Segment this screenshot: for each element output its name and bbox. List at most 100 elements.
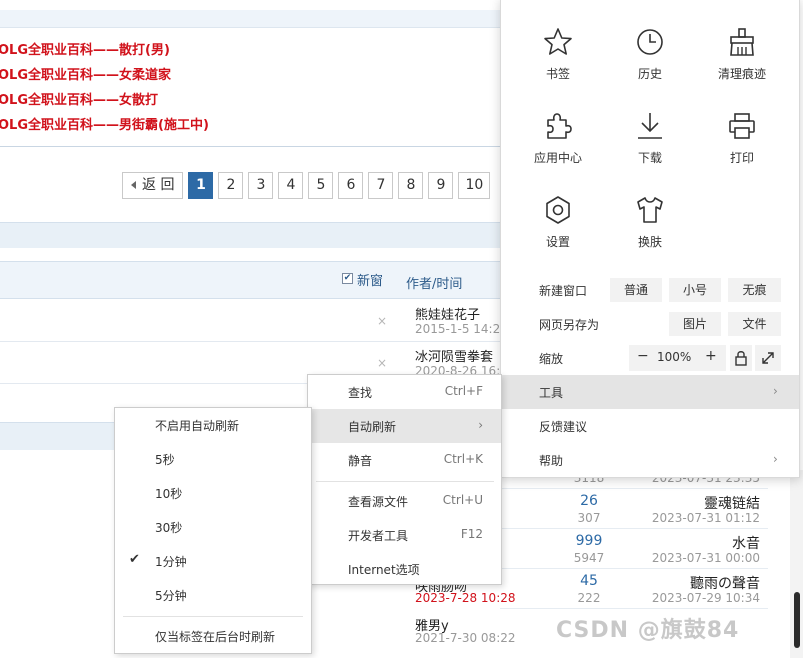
find-menu-item[interactable]: 查找 Ctrl+F xyxy=(308,375,501,409)
save-as-row: 网页另存为 图片 文件 xyxy=(501,307,799,341)
page-5-button[interactable]: 5 xyxy=(308,172,334,199)
lock-icon xyxy=(735,351,747,366)
reply-count: 26 xyxy=(580,493,598,509)
refresh-30s-label: 30秒 xyxy=(155,521,183,535)
settings-button[interactable]: 设置 xyxy=(513,195,603,265)
new-window-normal-button[interactable]: 普通 xyxy=(610,278,662,302)
clear-traces-label: 清理痕迹 xyxy=(717,67,766,81)
last-poster[interactable]: 聽雨の聲音 xyxy=(690,573,760,593)
skin-label: 换肤 xyxy=(637,235,662,249)
dev-tools-menu-item[interactable]: 开发者工具 F12 xyxy=(308,518,501,552)
tools-menu-item[interactable]: 工具 › xyxy=(501,375,799,409)
save-as-file-button[interactable]: 文件 xyxy=(728,312,781,336)
back-button[interactable]: 返 回 xyxy=(122,172,184,199)
back-button-label: 返 回 xyxy=(142,177,175,193)
article-link[interactable]: OLG全职业百科——女柔道家 xyxy=(0,63,500,88)
clock-icon xyxy=(637,29,663,55)
menu-divider xyxy=(123,616,303,617)
page-6-button[interactable]: 6 xyxy=(338,172,364,199)
zoom-in-button[interactable]: + xyxy=(705,348,717,364)
internet-options-menu-item[interactable]: Internet选项 xyxy=(308,552,501,586)
save-as-row-label: 网页另存为 xyxy=(539,318,600,332)
settings-label: 设置 xyxy=(545,235,570,249)
save-as-image-button[interactable]: 图片 xyxy=(669,312,721,336)
view-count: 222 xyxy=(577,591,601,605)
refresh-off-item[interactable]: 不启用自动刷新 xyxy=(115,408,311,442)
refresh-5s-item[interactable]: 5秒 xyxy=(115,442,311,476)
fullscreen-button[interactable] xyxy=(755,345,781,371)
article-link[interactable]: OLG全职业百科——男街霸(施工中) xyxy=(0,113,500,138)
tools-label: 工具 xyxy=(539,386,564,400)
refresh-background-only-item[interactable]: 仅当标签在后台时刷新 xyxy=(115,619,311,653)
clear-traces-button[interactable]: 清理痕迹 xyxy=(697,27,787,97)
new-window-label: 新窗 xyxy=(357,274,384,289)
auto-refresh-menu-item[interactable]: 自动刷新 › xyxy=(308,409,501,443)
page-9-button[interactable]: 9 xyxy=(428,172,454,199)
print-button[interactable]: 打印 xyxy=(697,111,787,181)
page-3-button[interactable]: 3 xyxy=(248,172,274,199)
feedback-label: 反馈建议 xyxy=(539,420,588,434)
gear-icon xyxy=(546,196,570,224)
zoom-out-button[interactable]: − xyxy=(637,348,649,364)
view-source-label: 查看源文件 xyxy=(348,495,409,509)
skin-button[interactable]: 换肤 xyxy=(605,195,695,265)
new-window-small-button[interactable]: 小号 xyxy=(669,278,721,302)
help-menu-item[interactable]: 帮助 › xyxy=(501,443,799,477)
view-source-menu-item[interactable]: 查看源文件 Ctrl+U xyxy=(308,484,501,518)
broom-icon xyxy=(730,28,754,56)
close-icon[interactable]: × xyxy=(377,356,387,370)
app-center-button[interactable]: 应用中心 xyxy=(513,111,603,181)
mute-label: 静音 xyxy=(348,454,373,468)
refresh-30s-item[interactable]: 30秒 xyxy=(115,510,311,544)
page-top-strip xyxy=(0,0,500,10)
refresh-5min-item[interactable]: 5分钟 xyxy=(115,578,311,612)
row-time: 2021-7-30 08:22 xyxy=(415,631,516,645)
reply-count: 999 xyxy=(575,533,603,549)
article-link[interactable]: OLG全职业百科——散打(男) xyxy=(0,38,500,63)
caret-left-icon xyxy=(131,181,136,189)
new-window-incognito-button[interactable]: 无痕 xyxy=(728,278,781,302)
page-4-button[interactable]: 4 xyxy=(278,172,304,199)
view-source-shortcut: Ctrl+U xyxy=(442,493,483,507)
mute-menu-item[interactable]: 静音 Ctrl+K xyxy=(308,443,501,477)
new-window-checkbox[interactable]: ✔ xyxy=(342,273,353,284)
page-7-button[interactable]: 7 xyxy=(368,172,394,199)
author-time-header: 作者/时间 xyxy=(406,277,463,292)
page-1-button[interactable]: 1 xyxy=(188,172,214,199)
last-poster[interactable]: 靈魂链結 xyxy=(704,493,760,513)
zoom-lock-button[interactable] xyxy=(730,345,752,371)
help-label: 帮助 xyxy=(539,454,564,468)
download-icon xyxy=(638,113,662,139)
tools-submenu: 查找 Ctrl+F 自动刷新 › 静音 Ctrl+K 查看源文件 Ctrl+U … xyxy=(307,374,502,585)
refresh-1min-item[interactable]: ✔ 1分钟 xyxy=(115,544,311,578)
last-poster[interactable]: 水音 xyxy=(732,533,760,553)
table-row: × 熊娃娃花子 2015-1-5 14:24 xyxy=(0,300,508,342)
history-button[interactable]: 历史 xyxy=(605,27,695,97)
checkmark-icon: ✔ xyxy=(129,552,140,567)
history-label: 历史 xyxy=(637,67,662,81)
new-window-row-label: 新建窗口 xyxy=(539,284,588,298)
refresh-off-label: 不启用自动刷新 xyxy=(155,419,240,433)
mute-shortcut: Ctrl+K xyxy=(443,452,483,466)
page-10-button[interactable]: 10 xyxy=(458,172,491,199)
browser-main-menu: 书签 历史 清理痕迹 应用中心 下载 打印 设置 换肤 新建窗口 普通 小号 无… xyxy=(500,0,800,478)
refresh-10s-item[interactable]: 10秒 xyxy=(115,476,311,510)
close-icon[interactable]: × xyxy=(377,314,387,328)
feedback-menu-item[interactable]: 反馈建议 xyxy=(501,409,799,443)
page-2-button[interactable]: 2 xyxy=(218,172,244,199)
zoom-control: − 100% + xyxy=(629,345,726,371)
download-button[interactable]: 下载 xyxy=(605,111,695,181)
tshirt-icon xyxy=(637,197,663,223)
page-8-button[interactable]: 8 xyxy=(398,172,424,199)
chevron-right-icon: › xyxy=(773,452,778,466)
scrollbar-thumb[interactable] xyxy=(794,592,800,648)
refresh-1min-label: 1分钟 xyxy=(155,555,187,569)
chevron-right-icon: › xyxy=(478,418,483,432)
row-author[interactable]: 冰河陨雪拳套 xyxy=(415,346,493,365)
row-author[interactable]: 熊娃娃花子 xyxy=(415,304,480,323)
expand-icon xyxy=(762,352,774,364)
bookmarks-button[interactable]: 书签 xyxy=(513,27,603,97)
article-link[interactable]: OLG全职业百科——女散打 xyxy=(0,88,500,113)
zoom-level: 100% xyxy=(657,350,692,364)
table-row: 26 307 靈魂链結 2023-07-31 01:12 xyxy=(500,489,768,529)
